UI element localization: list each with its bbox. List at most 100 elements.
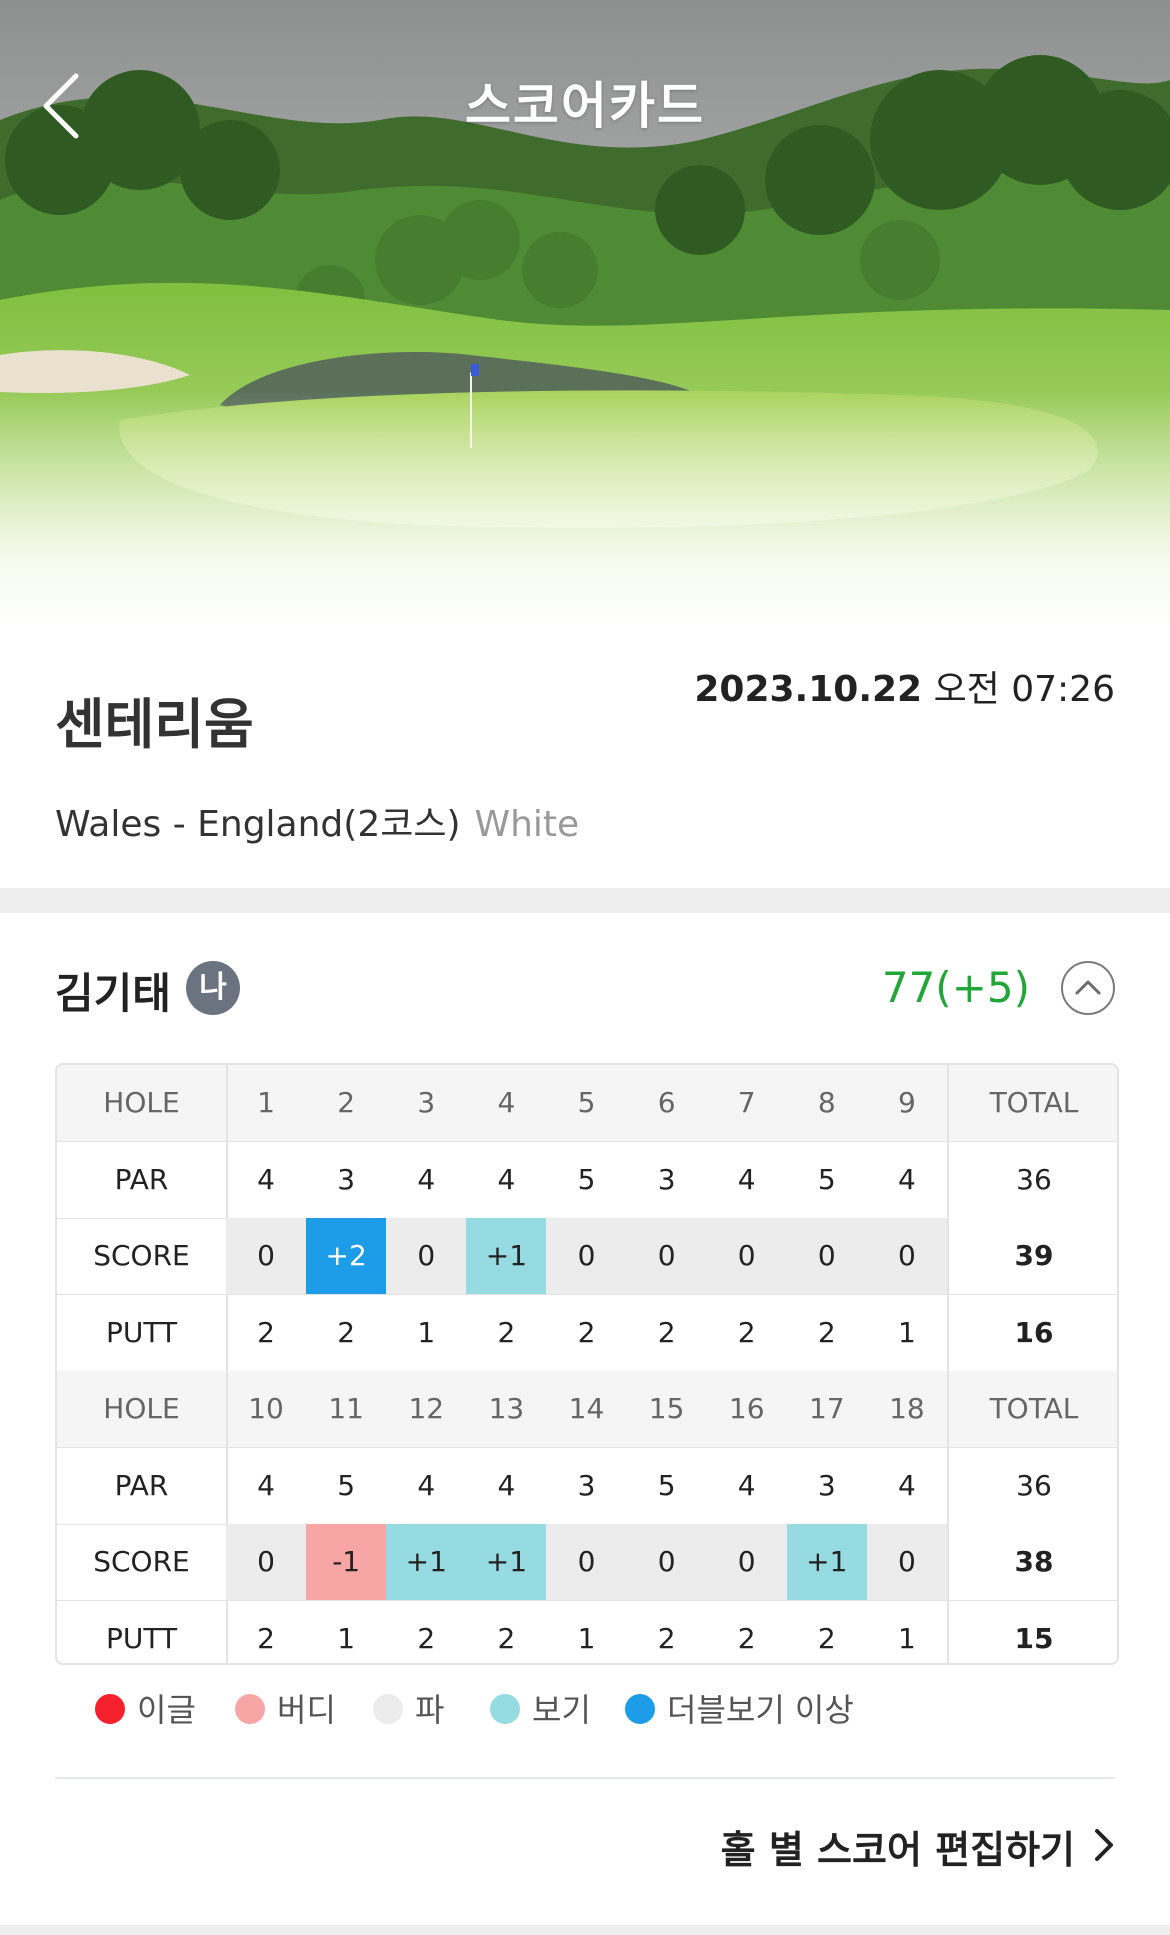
scorecard-row-par-back: PAR 4 5 4 4 3 5 4 3 4 36	[57, 1447, 1117, 1525]
par-cell: 4	[417, 1468, 436, 1502]
par-cell: 5	[657, 1468, 676, 1502]
score-cell[interactable]: +1	[466, 1218, 547, 1294]
hole-cell: 16	[728, 1392, 765, 1425]
score-total-cell: 39	[947, 1218, 1117, 1294]
par-cell: 4	[497, 1162, 516, 1196]
hole-cell: 5	[577, 1086, 596, 1119]
course-route-line: Wales - England(2코스) White	[55, 795, 579, 847]
putt-cell: 2	[257, 1621, 275, 1655]
bottom-divider	[0, 1925, 1170, 1935]
hole-cell: 13	[488, 1392, 525, 1425]
scorecard-row-putt-back: PUTT 2 1 2 2 1 2 2 2 1 15	[57, 1600, 1117, 1663]
score-cell[interactable]: 0	[386, 1218, 467, 1294]
putt-cell: 2	[817, 1315, 836, 1349]
score-cell[interactable]: +1	[386, 1524, 467, 1600]
round-time: 오전 07:26	[933, 669, 1115, 710]
par-cell: 4	[417, 1162, 436, 1196]
score-cell[interactable]: 0	[866, 1218, 947, 1294]
hole-cell: 1	[257, 1086, 275, 1119]
putt-cell: 2	[577, 1315, 596, 1349]
par-total-cell: 36	[947, 1141, 1117, 1218]
hole-cell: 10	[248, 1392, 284, 1425]
legend-dot-icon	[490, 1694, 520, 1724]
legend-item: 더블보기 이상	[625, 1685, 854, 1735]
score-cell[interactable]: 0	[866, 1524, 947, 1600]
score-cell[interactable]: +1	[466, 1524, 547, 1600]
chevron-up-icon	[1075, 980, 1101, 995]
edit-hole-scores-label: 홀 별 스코어 편집하기	[720, 1828, 1075, 1872]
player-name: 김기태	[55, 969, 171, 1018]
legend-label: 보기	[532, 1691, 591, 1729]
par-cell: 3	[337, 1162, 356, 1196]
putt-cell: 1	[898, 1621, 916, 1655]
legend-item: 이글	[95, 1685, 196, 1735]
putt-cell: 2	[337, 1315, 356, 1349]
score-cell[interactable]: +1	[786, 1524, 867, 1600]
section-divider	[0, 888, 1170, 913]
row-label: SCORE	[57, 1218, 228, 1294]
score-cell[interactable]: 0	[786, 1218, 867, 1294]
score-cell[interactable]: 0	[626, 1218, 707, 1294]
par-total-cell: 36	[947, 1447, 1117, 1524]
row-label: HOLE	[57, 1065, 228, 1141]
score-cell[interactable]: 0	[546, 1218, 627, 1294]
row-label: PUTT	[57, 1600, 228, 1663]
par-cell: 5	[337, 1468, 356, 1502]
legend-label: 파	[415, 1691, 445, 1729]
par-cell: 4	[497, 1468, 516, 1502]
putt-cell: 1	[577, 1621, 596, 1655]
hole-cell: 3	[417, 1086, 436, 1119]
par-cell: 4	[737, 1468, 756, 1502]
par-cell: 5	[577, 1162, 596, 1196]
course-name: 센테리움	[55, 693, 254, 756]
hole-cell: 17	[809, 1392, 845, 1425]
row-label: SCORE	[57, 1524, 228, 1600]
hole-cell: 2	[337, 1086, 356, 1119]
score-cell[interactable]: 0	[706, 1524, 787, 1600]
hole-cell: 15	[648, 1392, 685, 1425]
scorecard-row-score-back: SCORE 0 -1 +1 +1 0 0 0 +1 0 38	[57, 1524, 1117, 1601]
round-datetime: 2023.10.22 오전 07:26	[694, 660, 1115, 712]
legend-divider	[55, 1777, 1115, 1779]
score-cell[interactable]: 0	[226, 1218, 307, 1294]
course-route: Wales - England(2코스)	[55, 804, 461, 845]
score-cell[interactable]: 0	[626, 1524, 707, 1600]
row-label: HOLE	[57, 1371, 228, 1447]
tee-color: White	[474, 804, 580, 845]
collapse-button[interactable]	[1061, 961, 1115, 1015]
putt-cell: 1	[417, 1315, 436, 1349]
putt-total-cell: 15	[947, 1600, 1117, 1663]
putt-cell: 2	[497, 1621, 516, 1655]
score-total-cell: 38	[947, 1524, 1117, 1600]
score-cell[interactable]: -1	[306, 1524, 387, 1600]
score-cell[interactable]: +2	[306, 1218, 387, 1294]
legend-dot-icon	[373, 1694, 403, 1724]
edit-hole-scores-button[interactable]: 홀 별 스코어 편집하기	[721, 1820, 1115, 1880]
legend-dot-icon	[95, 1694, 125, 1724]
putt-cell: 2	[417, 1621, 436, 1655]
par-cell: 4	[898, 1468, 916, 1502]
putt-cell: 1	[898, 1315, 916, 1349]
hole-cell: 18	[889, 1392, 925, 1425]
chevron-right-icon	[1093, 1820, 1115, 1880]
score-cell[interactable]: 0	[706, 1218, 787, 1294]
par-cell: 5	[817, 1162, 836, 1196]
par-cell: 3	[817, 1468, 836, 1502]
par-cell: 3	[657, 1162, 676, 1196]
score-cell[interactable]: 0	[546, 1524, 627, 1600]
putt-cell: 1	[337, 1621, 356, 1655]
par-cell: 3	[577, 1468, 596, 1502]
legend-label: 버디	[277, 1691, 336, 1729]
hole-cell: 11	[328, 1392, 364, 1425]
putt-cell: 2	[497, 1315, 516, 1349]
scorecard-row-putt-front: PUTT 2 2 1 2 2 2 2 2 1 16	[57, 1294, 1117, 1372]
putt-cell: 2	[737, 1621, 756, 1655]
par-cell: 4	[898, 1162, 916, 1196]
page-title: 스코어카드	[465, 77, 705, 135]
hole-cell: 14	[568, 1392, 605, 1425]
row-label: PUTT	[57, 1294, 228, 1371]
score-cell[interactable]: 0	[226, 1524, 307, 1600]
hole-cell: 9	[898, 1086, 916, 1119]
legend-label: 더블보기 이상	[667, 1691, 854, 1729]
hole-cell: 7	[737, 1086, 756, 1119]
